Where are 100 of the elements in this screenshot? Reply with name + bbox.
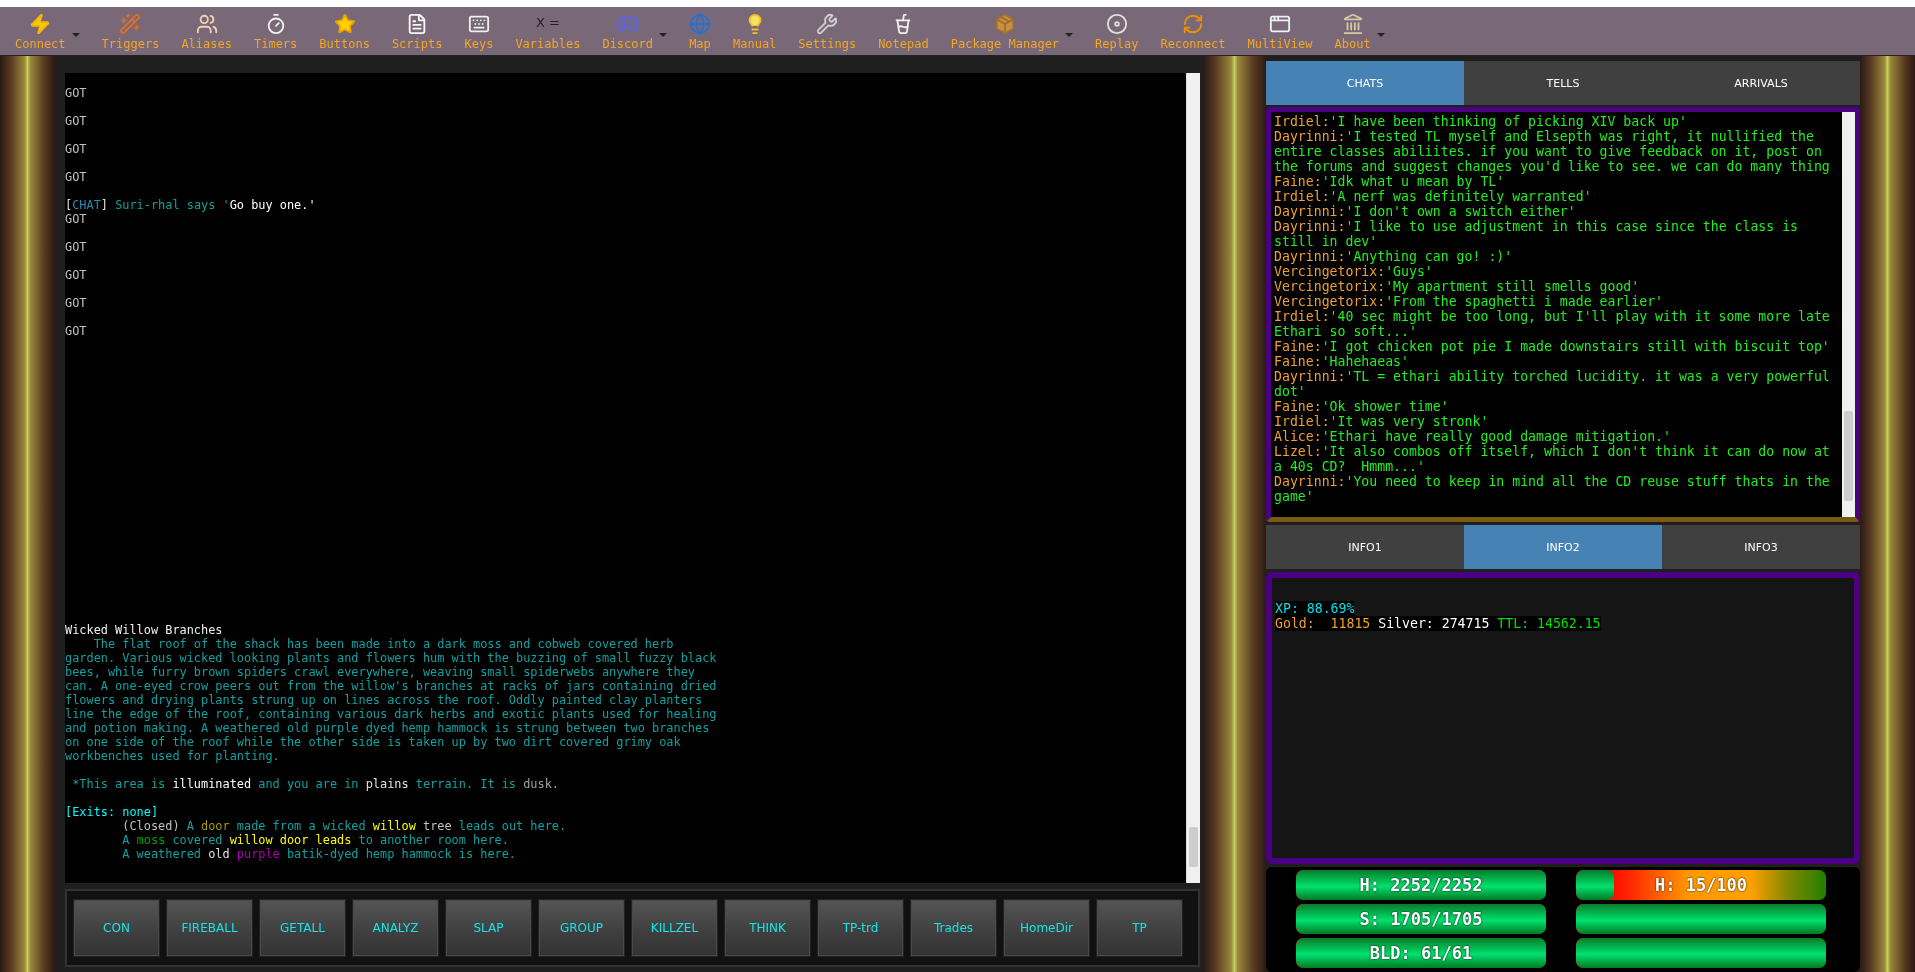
caret-icon (1065, 33, 1074, 37)
output-line: line the edge of the roof, containing various dark herbs and exotic plants used for healing (65, 707, 717, 721)
refresh-icon (1181, 13, 1204, 35)
toolbar-button[interactable]: Manual (724, 13, 786, 51)
command-button[interactable]: Trades (910, 899, 997, 957)
gauge-label: S: 1705/1705 (1358, 908, 1484, 931)
chat-message: Dayrinni:'You need to keep in mind all the CD reuse stuff thats in the game' (1274, 474, 1830, 504)
scrollbar[interactable] (1186, 73, 1200, 883)
people-icon (195, 13, 218, 35)
output-line: on one side of the roof while the other side is taken up by two dirt covered grimy oak (65, 735, 681, 749)
toolbar-button[interactable]: Package Manager (941, 13, 1083, 51)
output-line: GOT (65, 86, 87, 102)
toolbar-button[interactable]: MultiView (1238, 13, 1322, 51)
output-line: GOT (65, 324, 87, 338)
caret-icon (659, 33, 667, 37)
toolbar-button[interactable]: X = Variables (506, 11, 590, 51)
command-button[interactable]: GETALL (259, 899, 346, 957)
toolbar-button[interactable]: Replay (1086, 13, 1148, 51)
output-line: [CHAT] Suri-rhal says 'Go buy one.' (65, 198, 316, 212)
tab[interactable]: CHATS (1266, 61, 1464, 105)
chat-message: Irdiel:'40 sec might be too long, but I'll play with it some more late Ethari so soft...' (1274, 309, 1830, 339)
command-button[interactable]: CON (73, 899, 160, 957)
chat-message: Irdiel:'A nerf was definitely warranted' (1274, 189, 1593, 204)
chat-message: Vercingetorix:'Guys' (1274, 264, 1434, 279)
chat-message: Irdiel:'It was very stronk' (1274, 414, 1490, 429)
toolbar-button[interactable]: Settings (789, 13, 866, 51)
chat-message: Irdiel:'I have been thinking of picking XIV back up' (1274, 114, 1688, 129)
output-line: can. A one-eyed crow peers out from the willow's branches at racks of jars containing dried (65, 679, 717, 693)
toolbar-button[interactable]: Connect (6, 13, 89, 51)
gauge-label: H: 2252/2252 (1358, 874, 1484, 897)
output-line: A weathered old purple batik-dyed hemp hammock is here. (122, 847, 517, 861)
scrollbar-thumb[interactable] (1189, 827, 1198, 867)
toolbar-button[interactable]: Timers (244, 13, 307, 51)
toolbar-button[interactable]: Map (680, 13, 720, 51)
chat-message: Dayrinni:'Anything can go! :)' (1274, 249, 1514, 264)
chat-message: Faine:'I got chicken pot pie I made downstairs still with biscuit top' (1274, 339, 1830, 354)
chat-message: Faine:'Idk what u mean by TL' (1274, 174, 1506, 189)
chat-message: Dayrinni:'TL = ethari ability torched lucidity. it was a very powerful dot' (1274, 369, 1830, 399)
output-line: Wicked Willow Branches (65, 623, 223, 637)
wrench-icon (816, 13, 839, 35)
output-line: and potion making. A weathered old purple dyed hemp hammock is strung between two branches (65, 721, 710, 735)
output-line: workbenches used for planting. (65, 749, 280, 765)
building-icon (1341, 13, 1364, 35)
toolbar-button[interactable]: Aliases (172, 13, 241, 51)
output-line: garden. Various wicked looking plants and flowers hum with the buzzing of small fuzzy black (65, 651, 717, 665)
toolbar-button[interactable]: Triggers (92, 13, 169, 51)
command-button[interactable]: SLAP (445, 899, 532, 957)
toolbar-button[interactable]: Notepad (869, 13, 938, 51)
output-line: GOT (65, 296, 87, 312)
lightning-icon (29, 13, 52, 35)
toolbar-button[interactable]: Keys (455, 13, 503, 51)
window-icon (1269, 13, 1291, 35)
chat-message: Dayrinni:'I don't own a switch either' (1274, 204, 1577, 219)
output-line: GOT (65, 268, 87, 284)
output-line: [Exits: none] (65, 805, 159, 819)
command-button[interactable]: THINK (724, 899, 811, 957)
command-button[interactable]: GROUP (538, 899, 625, 957)
chat-message: Faine:'Hahehaeas' (1274, 354, 1410, 369)
keyboard-icon (467, 13, 490, 35)
chat-message: Vercingetorix:'From the spaghetti i made earlier' (1274, 294, 1665, 309)
output-line: GOT (65, 240, 87, 256)
globe-icon (689, 13, 711, 35)
output-line: flowers and drying plants strung up on lines across the roof. Oddly painted clay planters (65, 693, 703, 707)
toolbar-button[interactable]: About (1325, 13, 1394, 51)
chat-message: Faine:'Ok shower time' (1274, 399, 1450, 414)
toolbar-button[interactable]: Discord (593, 13, 676, 51)
toolbar-button[interactable]: Scripts (382, 13, 452, 51)
chat-message: Dayrinni:'I tested TL myself and Elsepth was right, it nullified the entire classes abiliites. if you want to give feedback on it, post on the forums and suggest changes you'd like to see. we can do many thing (1274, 129, 1830, 174)
output-line: GOT (65, 170, 87, 186)
scrollbar[interactable] (1842, 112, 1855, 517)
output-line: GOT (65, 114, 87, 130)
magic-wand-icon (119, 13, 142, 35)
output-line: The flat roof of the shack has been made into a dark moss and cobweb covered herb (92, 637, 674, 651)
output-line: A moss covered willow door leads to another room here. (122, 833, 509, 847)
output-line: bees, while furry brown spiders crawl everywhere, weaving small spiderwebs anywhere they (65, 665, 695, 679)
chat-message: Alice:'Ethari have really good damage mitigation.' (1274, 429, 1672, 444)
box-icon (993, 13, 1016, 35)
disc-icon (1105, 13, 1128, 35)
chat-message: Lizel:'It also combos off itself, which I don't think it can do now at a 40s CD? Hmmm...' (1274, 444, 1830, 474)
variable-glyph: X = (535, 14, 560, 32)
command-button[interactable]: KILLZEL (631, 899, 718, 957)
scrollbar-thumb[interactable] (1844, 411, 1853, 501)
command-button[interactable]: FIREBALL (166, 899, 253, 957)
toolbar-button[interactable]: Buttons (310, 13, 379, 51)
command-button[interactable]: TP-trd (817, 899, 904, 957)
command-button[interactable]: ANALYZ (352, 899, 439, 957)
toolbar-button[interactable]: Reconnect (1151, 13, 1235, 51)
chat-message: Vercingetorix:'My apartment still smells good' (1274, 279, 1641, 294)
gauge-label: BLD: 61/61 (1368, 942, 1474, 965)
output-line: *This area is illuminated and you are in plains terrain. It is dusk. (71, 777, 559, 793)
output-line: GOT (65, 212, 87, 228)
chat-message: Dayrinni:'I like to use adjustment in this case since the class is still in dev' (1274, 219, 1800, 249)
output-line: GOT (65, 142, 87, 158)
caret-icon (71, 33, 80, 37)
caret-icon (1376, 33, 1385, 37)
gauge-label: H: 15/100 (1653, 874, 1749, 897)
command-button[interactable]: TP (1096, 899, 1183, 957)
tab[interactable]: INFO2 (1464, 525, 1662, 569)
command-button[interactable]: HomeDir (1003, 899, 1090, 957)
star-icon (333, 13, 356, 35)
